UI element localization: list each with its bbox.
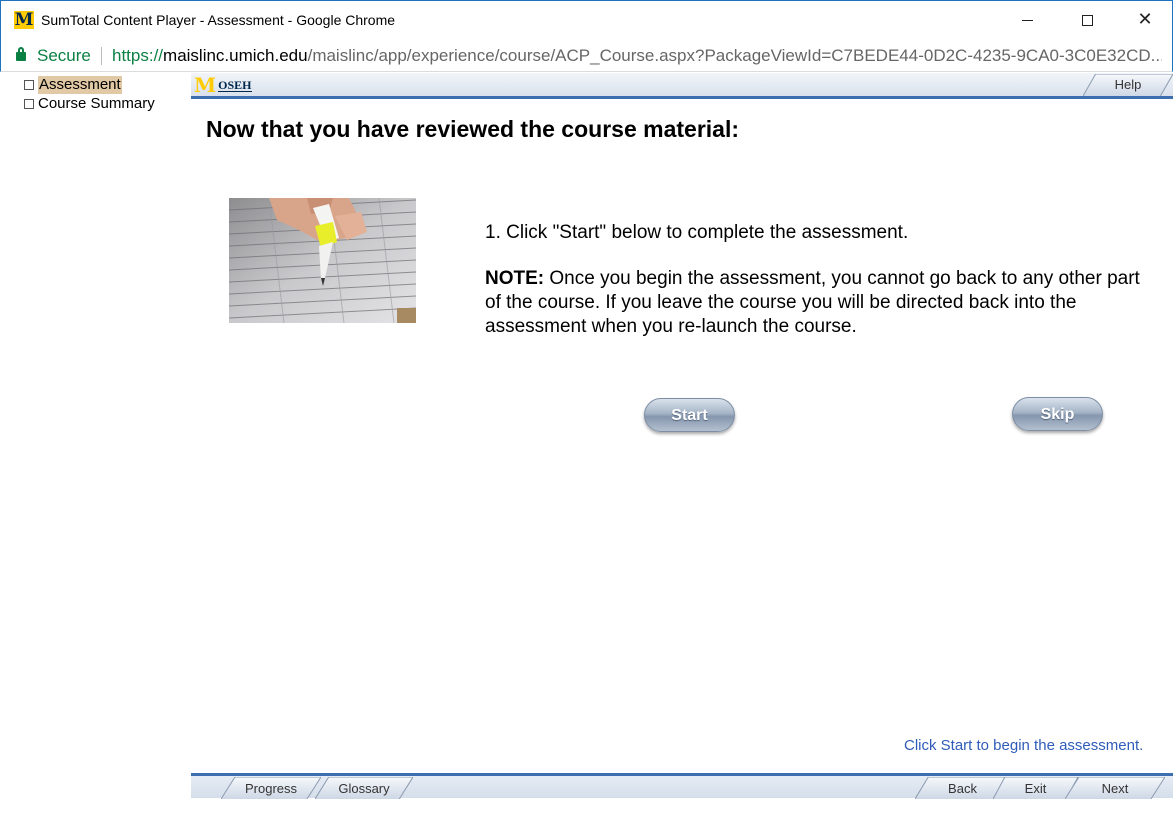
- course-header-bar: M OSEH Help: [191, 73, 1173, 99]
- close-icon: ✕: [1137, 9, 1153, 30]
- glossary-button[interactable]: Glossary: [315, 777, 413, 799]
- window-title: SumTotal Content Player - Assessment - G…: [41, 12, 396, 28]
- assessment-photo: [229, 198, 416, 323]
- bottom-nav-bar: Progress Glossary Back Exit Next: [191, 773, 1173, 799]
- minimize-button[interactable]: [998, 1, 1056, 39]
- glossary-label: Glossary: [338, 781, 390, 796]
- toc-item-assessment[interactable]: Assessment: [24, 76, 122, 94]
- next-label: Next: [1101, 781, 1129, 796]
- toc-item-label: Assessment: [38, 76, 122, 94]
- start-label: Start: [671, 407, 708, 424]
- oseh-logo-text: OSEH: [218, 77, 252, 92]
- close-button[interactable]: ✕: [1116, 1, 1173, 39]
- skip-button[interactable]: Skip: [1012, 397, 1103, 431]
- next-button[interactable]: Next: [1065, 777, 1165, 799]
- checkbox-icon: [24, 80, 34, 90]
- url-host: maislinc.umich.edu: [163, 46, 308, 65]
- address-divider: [101, 47, 102, 65]
- checkbox-icon: [24, 99, 34, 109]
- help-button[interactable]: Help: [1083, 74, 1173, 96]
- page-heading: Now that you have reviewed the course ma…: [206, 116, 739, 142]
- secure-label[interactable]: Secure: [37, 45, 91, 67]
- url-scheme: https://: [112, 46, 164, 65]
- note-paragraph: NOTE: Once you begin the assessment, you…: [485, 267, 1145, 339]
- help-label: Help: [1114, 77, 1142, 92]
- skip-label: Skip: [1040, 406, 1075, 423]
- progress-button[interactable]: Progress: [221, 777, 321, 799]
- progress-label: Progress: [244, 781, 298, 796]
- maximize-button[interactable]: [1058, 1, 1116, 39]
- toc-item-course-summary[interactable]: Course Summary: [24, 95, 155, 113]
- window-titlebar: M SumTotal Content Player - Assessment -…: [0, 0, 1173, 39]
- lock-icon[interactable]: [16, 47, 26, 61]
- note-text: Once you begin the assessment, you canno…: [485, 268, 1140, 337]
- michigan-m-logo-icon: M: [14, 10, 34, 30]
- minimize-icon: [1021, 19, 1033, 21]
- url-path: /maislinc/app/experience/course/ACP_Cour…: [307, 46, 1162, 65]
- start-button[interactable]: Start: [644, 398, 735, 432]
- oseh-logo-icon: M OSEH: [194, 73, 252, 97]
- note-label: NOTE:: [485, 268, 545, 289]
- step-1-text: 1. Click "Start" below to complete the a…: [485, 222, 909, 243]
- url-field[interactable]: https://maislinc.umich.edu/maislinc/app/…: [112, 45, 1162, 67]
- maximize-icon: [1081, 14, 1093, 26]
- instructions: 1. Click "Start" below to complete the a…: [485, 221, 1145, 339]
- address-bar[interactable]: Secure https://maislinc.umich.edu/maisli…: [0, 39, 1173, 72]
- hint-text: Click Start to begin the assessment.: [904, 737, 1144, 754]
- toc-item-label: Course Summary: [38, 95, 155, 112]
- table-of-contents: Assessment Course Summary: [0, 73, 190, 831]
- oseh-logo-m: M: [194, 73, 217, 97]
